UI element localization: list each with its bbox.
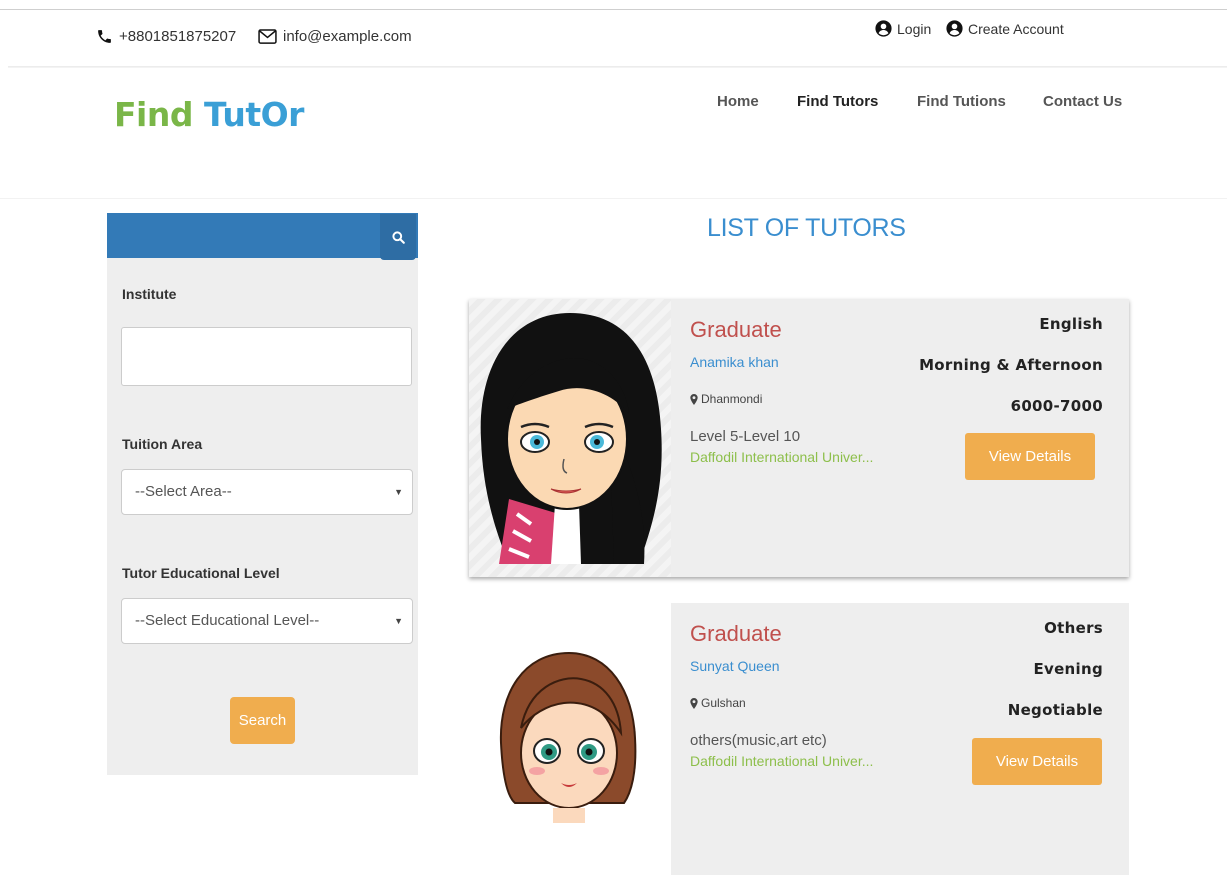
phone-icon	[98, 30, 111, 43]
caret-down-icon: ▼	[394, 487, 403, 497]
phone-number: +8801851875207	[119, 28, 237, 45]
tutor-institute: Daffodil International Univer...	[690, 449, 874, 465]
email-contact[interactable]: info@example.com	[258, 28, 412, 45]
tutor-name[interactable]: Sunyat Queen	[690, 658, 780, 674]
tutor-time: Morning & Afternoon	[919, 356, 1103, 374]
login-label: Login	[897, 20, 932, 37]
tutor-salary: Negotiable	[1007, 701, 1103, 719]
caret-down-icon: ▼	[394, 616, 403, 626]
nav-find-tutors[interactable]: Find Tutors	[797, 93, 878, 110]
filter-header	[107, 213, 418, 260]
email-address: info@example.com	[283, 28, 412, 45]
tutor-class-level: others(music,art etc)	[690, 732, 827, 749]
nav-find-tutions[interactable]: Find Tutions	[917, 93, 1006, 110]
view-details-button[interactable]: View Details	[972, 738, 1102, 785]
tutor-location-text: Gulshan	[701, 696, 746, 710]
tutor-avatar	[469, 299, 671, 577]
logo-text-tutor: TutOr	[203, 95, 304, 134]
tutor-institute: Daffodil International Univer...	[690, 753, 874, 769]
nav-contact-us[interactable]: Contact Us	[1043, 93, 1122, 110]
tutor-location: Gulshan	[690, 696, 746, 710]
institute-label: Institute	[122, 286, 177, 302]
tutor-location-text: Dhanmondi	[701, 392, 763, 406]
tutor-card: Graduate Sunyat Queen Gulshan others(mus…	[469, 603, 1129, 875]
section-divider	[0, 198, 1227, 199]
header-divider	[8, 66, 1227, 68]
nav-home[interactable]: Home	[717, 93, 759, 110]
educational-level-label: Tutor Educational Level	[122, 565, 280, 581]
tutor-card: Graduate Anamika khan Dhanmondi Level 5-…	[469, 299, 1129, 577]
tuition-area-label: Tuition Area	[122, 436, 203, 452]
search-filter-panel: Institute Tuition Area --Select Area-- ▼…	[107, 213, 418, 775]
user-circle-icon	[946, 20, 963, 37]
tutor-class-level: Level 5-Level 10	[690, 428, 801, 445]
tutor-avatar	[469, 603, 671, 875]
site-logo[interactable]: Find TutOr	[114, 95, 304, 134]
envelope-icon	[258, 29, 277, 44]
map-marker-icon	[690, 393, 698, 405]
search-icon	[391, 230, 405, 244]
user-circle-icon	[875, 20, 892, 37]
filter-search-button[interactable]	[380, 214, 416, 260]
tutor-salary: 6000-7000	[1010, 397, 1103, 415]
tuition-area-value: --Select Area--	[135, 483, 232, 500]
search-button[interactable]: Search	[230, 697, 295, 744]
tutor-location: Dhanmondi	[690, 392, 762, 406]
tutor-name[interactable]: Anamika khan	[690, 354, 779, 370]
map-marker-icon	[690, 697, 698, 709]
educational-level-value: --Select Educational Level--	[135, 612, 320, 629]
phone-contact: +8801851875207	[96, 28, 236, 45]
tutor-degree: Graduate	[690, 621, 782, 646]
tutor-degree: Graduate	[690, 317, 782, 342]
create-account-link[interactable]: Create Account	[946, 20, 1064, 37]
create-account-label: Create Account	[968, 20, 1064, 37]
logo-text-find: Find	[114, 95, 204, 134]
login-link[interactable]: Login	[875, 20, 931, 37]
view-details-button[interactable]: View Details	[965, 433, 1095, 480]
institute-input[interactable]	[121, 327, 412, 386]
tuition-area-select[interactable]: --Select Area-- ▼	[121, 469, 413, 515]
tutor-subject: Others	[1044, 619, 1103, 637]
page-title: LIST OF TUTORS	[707, 214, 906, 242]
tutor-time: Evening	[1033, 660, 1103, 678]
tutor-subject: English	[1039, 315, 1103, 333]
educational-level-select[interactable]: --Select Educational Level-- ▼	[121, 598, 413, 644]
top-bar: +8801851875207 info@example.com Login Cr…	[0, 10, 1227, 68]
